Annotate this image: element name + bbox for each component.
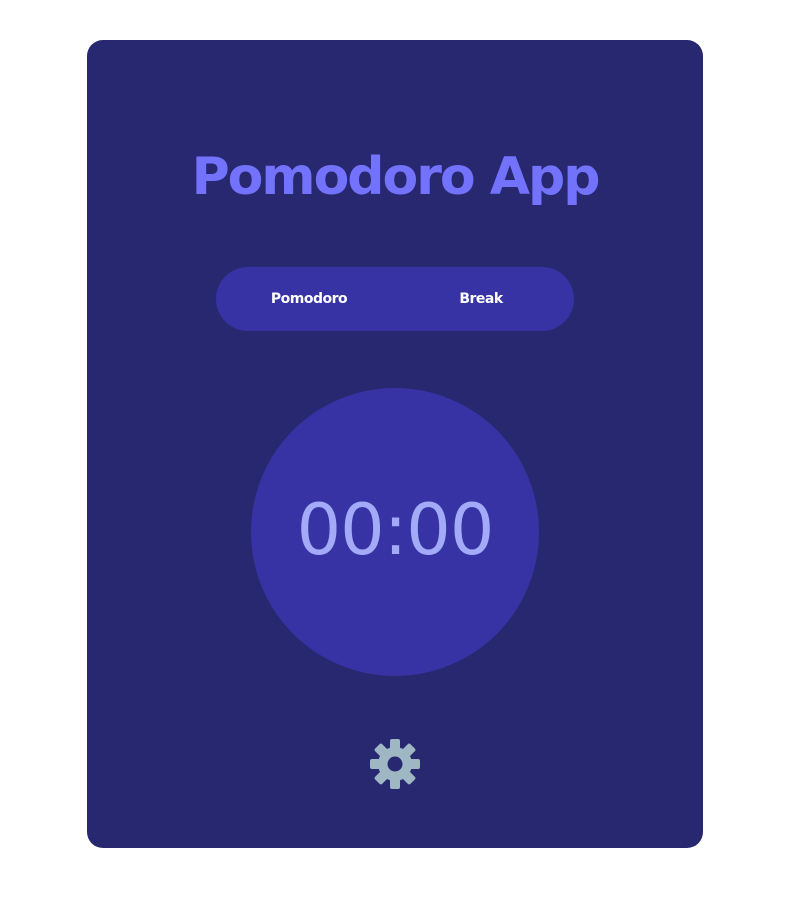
timer-display: 00:00 [296,489,495,571]
pomodoro-card: Pomodoro App Pomodoro Break 00:00 [87,40,703,848]
app-title: Pomodoro App [191,147,601,207]
mode-switch: Pomodoro Break [216,267,574,331]
timer-circle[interactable]: 00:00 [251,388,539,676]
tab-break[interactable]: Break [406,267,556,331]
settings-button[interactable] [367,736,423,792]
tab-pomodoro[interactable]: Pomodoro [234,267,384,331]
gear-icon [369,738,421,790]
